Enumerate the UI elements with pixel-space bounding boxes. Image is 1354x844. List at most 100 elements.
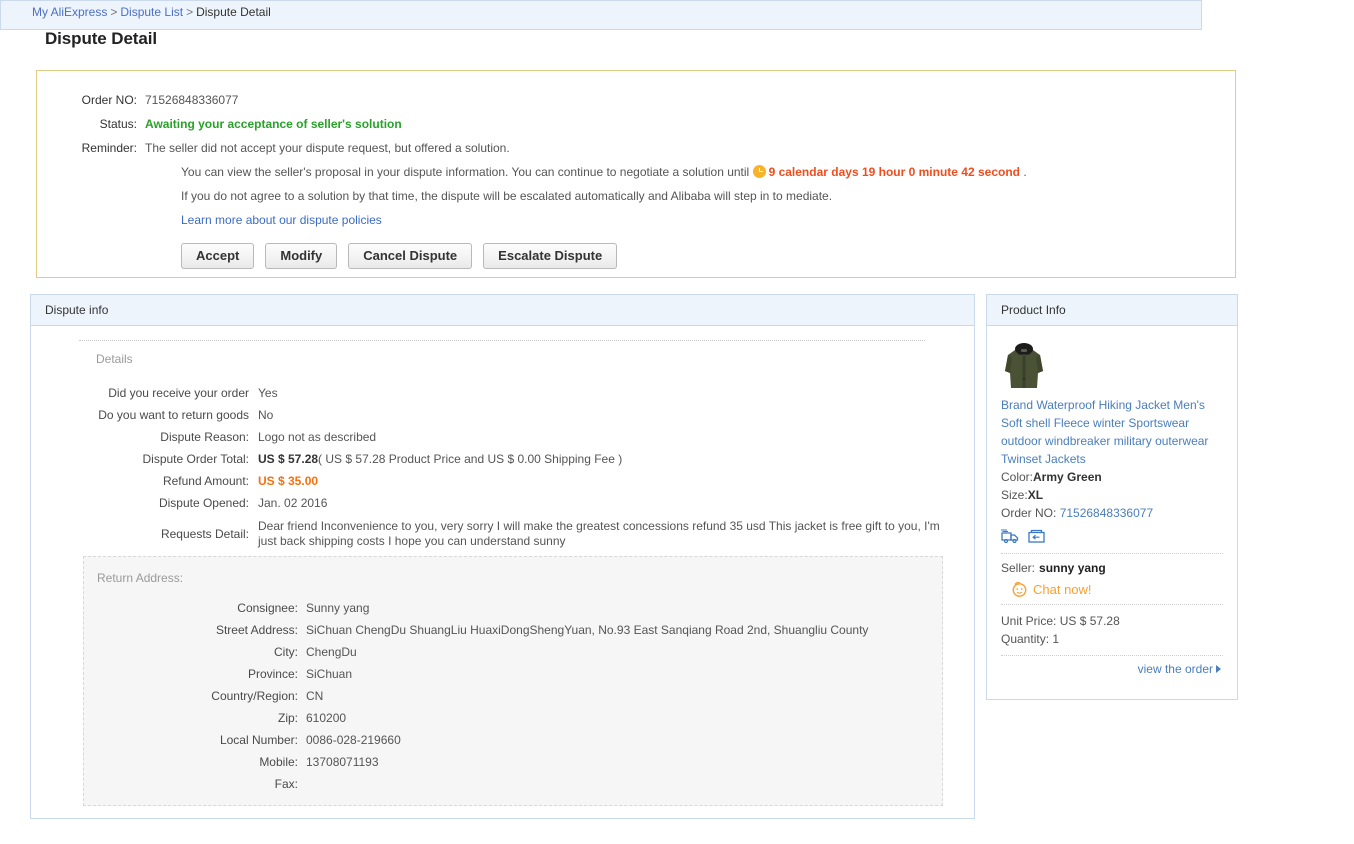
address-label: Consignee: bbox=[237, 601, 298, 615]
divider-after-chat bbox=[1001, 604, 1223, 605]
quantity-value: 1 bbox=[1052, 632, 1060, 646]
shipping-truck-icon[interactable] bbox=[1001, 529, 1019, 543]
reminder-line-1: The seller did not accept your dispute r… bbox=[145, 141, 510, 155]
divider-after-icons bbox=[1001, 553, 1223, 554]
detail-value: US $ 57.28( US $ 57.28 Product Price and… bbox=[258, 452, 622, 466]
product-info-header: Product Info bbox=[987, 295, 1237, 326]
dispute-info-header: Dispute info bbox=[31, 295, 974, 326]
address-label: Zip: bbox=[277, 711, 298, 725]
details-divider-top bbox=[79, 340, 925, 341]
detail-label: Dispute Reason: bbox=[160, 430, 249, 444]
quantity-line: Quantity: 1 bbox=[1001, 630, 1223, 648]
address-label: City: bbox=[274, 645, 298, 659]
address-label: Fax: bbox=[274, 777, 298, 791]
escalate-dispute-button[interactable]: Escalate Dispute bbox=[483, 243, 618, 269]
breadcrumb-separator-2: > bbox=[186, 5, 194, 19]
seller-line: Seller: sunny yang bbox=[1001, 561, 1223, 575]
product-order-no-label: Order NO: bbox=[1001, 506, 1057, 520]
breadcrumb-item-my-aliexpress[interactable]: My AliExpress bbox=[32, 5, 107, 19]
product-order-no-link[interactable]: 71526848336077 bbox=[1060, 506, 1153, 520]
address-value: SiChuan bbox=[306, 667, 353, 681]
detail-label: Dispute Opened: bbox=[158, 496, 249, 510]
return-address-title: Return Address: bbox=[97, 571, 184, 585]
requests-detail-value: Dear friend Inconvenience to you, very s… bbox=[258, 519, 940, 548]
product-size-line: Size:XL bbox=[1001, 486, 1223, 504]
return-address-box: Return Address: Consignee: Sunny yang St… bbox=[83, 556, 943, 806]
seller-name: sunny yang bbox=[1039, 561, 1106, 575]
address-label: Country/Region: bbox=[211, 689, 298, 703]
chat-now-row[interactable]: Chat now! bbox=[1001, 581, 1223, 597]
address-value: SiChuan ChengDu ShuangLiu HuaxiDongSheng… bbox=[306, 623, 869, 637]
detail-label: Do you want to return goods bbox=[98, 408, 249, 422]
detail-value: Logo not as described bbox=[258, 430, 377, 444]
product-color-line: Color:Army Green bbox=[1001, 468, 1223, 486]
chat-now-link[interactable]: Chat now! bbox=[1033, 582, 1092, 597]
chat-face-icon bbox=[1012, 581, 1027, 597]
reminder-line-2-text: You can view the seller's proposal in yo… bbox=[181, 165, 750, 179]
detail-label: Dispute Order Total: bbox=[142, 452, 250, 466]
order-no-value: 71526848336077 bbox=[145, 93, 239, 107]
cancel-dispute-button[interactable]: Cancel Dispute bbox=[348, 243, 473, 269]
unit-price-label: Unit Price: bbox=[1001, 614, 1057, 628]
address-value: 13708071193 bbox=[306, 755, 379, 769]
reminder-line-2-period: . bbox=[1023, 165, 1027, 179]
status-value: Awaiting your acceptance of seller's sol… bbox=[145, 117, 402, 131]
unit-price-value: US $ 57.28 bbox=[1059, 614, 1120, 628]
divider-before-view-order bbox=[1001, 655, 1223, 656]
detail-label: Did you receive your order bbox=[108, 386, 249, 400]
view-the-order-link[interactable]: view the order bbox=[1138, 662, 1213, 676]
detail-label: Requests Detail: bbox=[160, 527, 249, 541]
address-value: 0086-028-219660 bbox=[306, 733, 401, 747]
product-order-no-line: Order NO: 71526848336077 bbox=[1001, 504, 1223, 522]
status-label: Status: bbox=[99, 117, 137, 131]
unit-price-line: Unit Price: US $ 57.28 bbox=[1001, 612, 1223, 630]
reminder-label: Reminder: bbox=[81, 141, 137, 155]
reminder-line-3: If you do not agree to a solution by tha… bbox=[181, 189, 833, 203]
detail-value: Jan. 02 2016 bbox=[258, 496, 328, 510]
product-size-value: XL bbox=[1027, 488, 1044, 502]
accept-button[interactable]: Accept bbox=[181, 243, 255, 269]
address-value: CN bbox=[306, 689, 324, 703]
address-value: Sunny yang bbox=[306, 601, 370, 615]
breadcrumb-item-dispute-detail: Dispute Detail bbox=[196, 5, 271, 19]
modify-button[interactable]: Modify bbox=[265, 243, 338, 269]
dispute-info-panel: Dispute info Details Did you receive you… bbox=[30, 294, 975, 819]
detail-value: No bbox=[258, 408, 274, 422]
address-label: Province: bbox=[247, 667, 298, 681]
product-size-label: Size: bbox=[1001, 488, 1028, 502]
address-label: Mobile: bbox=[259, 755, 298, 769]
breadcrumb-item-dispute-list[interactable]: Dispute List bbox=[120, 5, 183, 19]
reminder-line-2: You can view the seller's proposal in yo… bbox=[181, 165, 1027, 179]
clock-icon bbox=[752, 165, 766, 178]
dispute-summary-panel: Order NO: 71526848336077 Status: Awaitin… bbox=[36, 70, 1236, 278]
page-title: Dispute Detail bbox=[45, 29, 157, 48]
view-order-row: view the order bbox=[1001, 662, 1223, 676]
address-value: 610200 bbox=[306, 711, 347, 725]
details-section-label: Details bbox=[96, 352, 133, 366]
return-box-icon[interactable] bbox=[1028, 529, 1045, 543]
product-action-icons bbox=[1001, 526, 1223, 546]
detail-value: Yes bbox=[258, 386, 278, 400]
dispute-policy-link[interactable]: Learn more about our dispute policies bbox=[181, 213, 382, 227]
breadcrumb-separator-1: > bbox=[110, 5, 118, 19]
detail-label: Refund Amount: bbox=[162, 474, 249, 488]
product-color-label: Color: bbox=[1001, 470, 1034, 484]
product-info-body: Brand Waterproof Hiking Jacket Men's Sof… bbox=[987, 326, 1237, 676]
countdown-timer: 9 calendar days 19 hour 0 minute 42 seco… bbox=[768, 165, 1020, 179]
seller-label: Seller: bbox=[1001, 561, 1036, 575]
quantity-label: Quantity: bbox=[1001, 632, 1050, 646]
product-thumbnail[interactable] bbox=[1001, 338, 1047, 393]
order-total-breakdown: ( US $ 57.28 Product Price and US $ 0.00… bbox=[318, 452, 623, 466]
dispute-action-buttons: Accept Modify Cancel Dispute Escalate Di… bbox=[181, 243, 618, 269]
breadcrumb: My AliExpress > Dispute List > Dispute Detai… bbox=[32, 5, 271, 19]
order-no-label: Order NO: bbox=[81, 93, 137, 107]
product-info-panel: Product Info Brand Waterproof Hiking Jac… bbox=[986, 294, 1238, 700]
address-label: Street Address: bbox=[215, 623, 298, 637]
order-total-amount: US $ 57.28 bbox=[258, 452, 319, 466]
product-color-value: Army Green bbox=[1033, 470, 1102, 484]
address-value: ChengDu bbox=[306, 645, 357, 659]
chevron-right-icon bbox=[1216, 665, 1221, 673]
product-title-link[interactable]: Brand Waterproof Hiking Jacket Men's Sof… bbox=[1001, 396, 1223, 468]
address-label: Local Number: bbox=[219, 733, 298, 747]
refund-amount-value: US $ 35.00 bbox=[258, 474, 319, 488]
